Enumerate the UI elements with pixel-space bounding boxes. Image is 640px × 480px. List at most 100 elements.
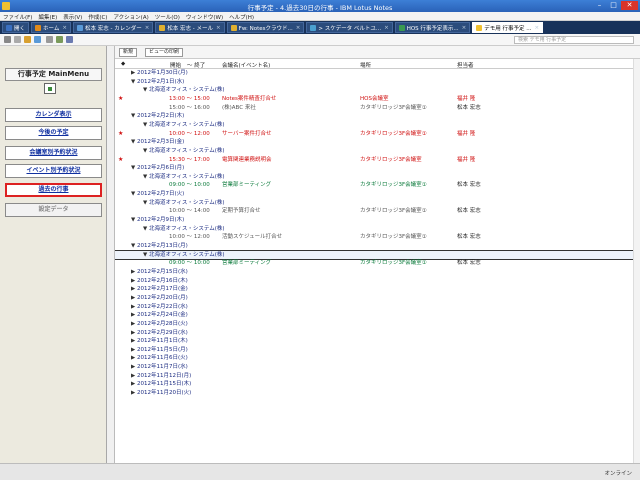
close-button[interactable]: ✕	[621, 1, 638, 10]
date-category-row[interactable]: ▶ 2012年11月12日(月)	[115, 372, 633, 380]
menu-view[interactable]: 表示(V)	[60, 12, 85, 21]
organization-row[interactable]: ▼ 北海道オフィス・システム(株)	[115, 86, 633, 94]
sidebar-item-upcoming[interactable]: 今後の予定	[5, 126, 102, 140]
date-category-row[interactable]: ▶ 2012年11月7日(水)	[115, 363, 633, 371]
event-place: カタギリロッジ3F会議室①	[360, 234, 427, 241]
tab-1[interactable]: ホーム ×	[31, 22, 71, 33]
event-row[interactable]: ★ 15:30 ～ 17:00 電算関連業務説明会 カタギリロッジ3F会議室 福井 隆	[115, 156, 633, 164]
tab-5[interactable]: > スケデータ ベルトユ... ×	[306, 22, 393, 33]
menu-file[interactable]: ファイル(F)	[0, 12, 35, 21]
date-category-row[interactable]: ▶ 2012年2月20日(月)	[115, 294, 633, 302]
organization-row[interactable]: ▼ 北海道オフィス・システム(株)	[115, 173, 633, 181]
organization-row[interactable]: ▼ 北海道オフィス・システム(株)	[115, 225, 633, 233]
view-scrollbar[interactable]	[633, 59, 640, 463]
search-input[interactable]: 検索 デモ用 行事予定	[514, 36, 634, 44]
event-row[interactable]: 10:00 ～ 14:00 定期予算打合せ カタギリロッジ3F会議室① 松本 宏志	[115, 207, 633, 215]
tab-close-icon[interactable]: ×	[145, 25, 150, 31]
organization-row[interactable]: ▼ 北海道オフィス・システム(株)	[115, 249, 633, 260]
date-category-row[interactable]: ▶ 2012年2月22日(水)	[115, 303, 633, 311]
menu-window[interactable]: ウィンドウ(W)	[183, 12, 226, 21]
organization-row[interactable]: ▼ 北海道オフィス・システム(株)	[115, 121, 633, 129]
tab-close-icon[interactable]: ×	[216, 25, 221, 31]
event-place: HOS会議室	[360, 95, 389, 102]
col-start[interactable]: 開始	[170, 61, 181, 69]
event-row[interactable]: ★ 10:00 ～ 12:00 サーバー案件打合せ カタギリロッジ3F会議室① 福井 隆	[115, 130, 633, 138]
minimize-button[interactable]: –	[593, 1, 606, 10]
organization-row[interactable]: ▼ 北海道オフィス・システム(株)	[115, 199, 633, 207]
tab-4[interactable]: Fw: Notesクラウド... ×	[226, 22, 305, 33]
date-category-row[interactable]: ▶ 2012年2月16日(木)	[115, 277, 633, 285]
sidebar-item-event-booking[interactable]: イベント別予約状況	[5, 164, 102, 178]
event-row[interactable]: 15:00 ～ 16:00 (株)ABC 来社 カタギリロッジ3F会議室① 松本 宏志	[115, 104, 633, 112]
event-responsible: 福井 隆	[457, 95, 476, 102]
tab-0[interactable]: 開く	[2, 22, 30, 33]
toolbar-save-icon[interactable]	[56, 36, 63, 43]
organization-row[interactable]: ▼ 北海道オフィス・システム(株)	[115, 147, 633, 155]
date-category-row[interactable]: ▼ 2012年2月2日(木)	[115, 112, 633, 120]
date-category-row[interactable]: ▼ 2012年2月7日(火)	[115, 190, 633, 198]
tab-close-icon[interactable]: ×	[62, 25, 67, 31]
tab-label: デモ用 行事予定 ...	[484, 25, 532, 32]
tab-7[interactable]: デモ用 行事予定 ... ×	[472, 22, 544, 33]
organization-label: 北海道オフィス・システム(株)	[149, 173, 225, 180]
event-row[interactable]: 10:00 ～ 12:00 活動スケジュール打合せ カタギリロッジ3F会議室① 松本 …	[115, 233, 633, 241]
event-row[interactable]: 09:00 ～ 10:00 営業部ミーティング カタギリロッジ3F会議室① 松本 宏志	[115, 181, 633, 189]
date-category-row[interactable]: ▼ 2012年2月3日(金)	[115, 138, 633, 146]
tab-3[interactable]: 松本 宏志 - メール ×	[155, 22, 225, 33]
menu-help[interactable]: ヘルプ(H)	[226, 12, 257, 21]
online-status[interactable]: オンライン	[604, 469, 632, 477]
event-time: 10:00 ～ 12:00	[169, 130, 210, 137]
menu-create[interactable]: 作成(C)	[85, 12, 110, 21]
date-category-row[interactable]: ▶ 2012年11月15日(木)	[115, 380, 633, 388]
organization-label: 北海道オフィス・システム(株)	[149, 225, 225, 232]
tab-close-icon[interactable]: ×	[384, 25, 389, 31]
date-category-row[interactable]: ▶ 2012年11月6日(火)	[115, 354, 633, 362]
sidebar-item-calendar[interactable]: カレンダ表示	[5, 108, 102, 122]
date-category-row[interactable]: ▶ 2012年2月28日(火)	[115, 320, 633, 328]
toolbar-print-icon[interactable]	[46, 36, 53, 43]
print-view-button[interactable]: ビューの印刷	[145, 48, 184, 57]
new-button[interactable]: 新規	[119, 48, 138, 57]
tab-close-icon[interactable]: ×	[462, 25, 467, 31]
tab-close-icon[interactable]: ×	[535, 25, 540, 31]
sidebar-item-past-events[interactable]: 過去の行事	[5, 183, 102, 197]
event-row[interactable]: 09:00 ～ 10:00 営業部ミーティング カタギリロッジ3F会議室① 松本 宏志	[115, 259, 633, 267]
toolbar-sync-icon[interactable]	[66, 36, 73, 43]
menu-action[interactable]: アクション(A)	[110, 12, 151, 21]
toolbar-refresh-icon[interactable]	[34, 36, 41, 43]
event-time: 09:00 ～ 10:00	[169, 182, 210, 189]
menu-edit[interactable]: 編集(E)	[35, 12, 60, 21]
tab-label: Fw: Notesクラウド...	[238, 25, 293, 32]
col-end[interactable]: ～ 終了	[187, 61, 205, 69]
tab-2[interactable]: 松本 宏志 - カレンダー ×	[72, 22, 154, 33]
date-category-row[interactable]: ▶ 2012年11月5日(月)	[115, 346, 633, 354]
menu-tools[interactable]: ツール(O)	[152, 12, 183, 21]
toolbar-forward-icon[interactable]	[14, 36, 21, 43]
date-category-row[interactable]: ▼ 2012年2月13日(月)	[115, 242, 633, 250]
date-category-row[interactable]: ▼ 2012年2月1日(水)	[115, 78, 633, 86]
toolbar-back-icon[interactable]	[4, 36, 11, 43]
date-category-row[interactable]: ▼ 2012年2月6日(月)	[115, 164, 633, 172]
menu-bar: ファイル(F) 編集(E) 表示(V) 作成(C) アクション(A) ツール(O…	[0, 12, 640, 21]
date-category-row[interactable]: ▶ 2012年2月29日(水)	[115, 329, 633, 337]
tab-icon	[6, 24, 12, 31]
date-category-row[interactable]: ▼ 2012年2月9日(木)	[115, 216, 633, 224]
toolbar-home-icon[interactable]	[24, 36, 31, 43]
sidebar-item-room-booking[interactable]: 会議室別予約状況	[5, 146, 102, 160]
date-category-row[interactable]: ▶ 2012年1月30日(月)	[115, 69, 633, 77]
date-label: 2012年2月24日(金)	[137, 312, 188, 319]
sidebar-item-settings[interactable]: 設定データ	[5, 203, 102, 217]
date-category-row[interactable]: ▶ 2012年2月17日(金)	[115, 285, 633, 293]
date-category-row[interactable]: ▶ 2012年11月1日(木)	[115, 337, 633, 345]
col-resp[interactable]: 担当者	[457, 61, 474, 69]
col-place[interactable]: 場所	[360, 61, 371, 69]
maximize-button[interactable]: □	[607, 1, 620, 10]
sidebar-scrollbar[interactable]	[107, 46, 115, 463]
date-category-row[interactable]: ▶ 2012年2月15日(水)	[115, 268, 633, 276]
event-row[interactable]: ★ 13:00 ～ 15:00 Notes案件精査打合せ HOS会議室 福井 隆	[115, 95, 633, 103]
tab-close-icon[interactable]: ×	[296, 25, 301, 31]
tab-6[interactable]: HOS 行事予定表示... ×	[394, 22, 471, 33]
col-name[interactable]: 会議名(イベント名)	[222, 61, 270, 69]
date-category-row[interactable]: ▶ 2012年2月24日(金)	[115, 311, 633, 319]
date-category-row[interactable]: ▶ 2012年11月20日(火)	[115, 389, 633, 397]
